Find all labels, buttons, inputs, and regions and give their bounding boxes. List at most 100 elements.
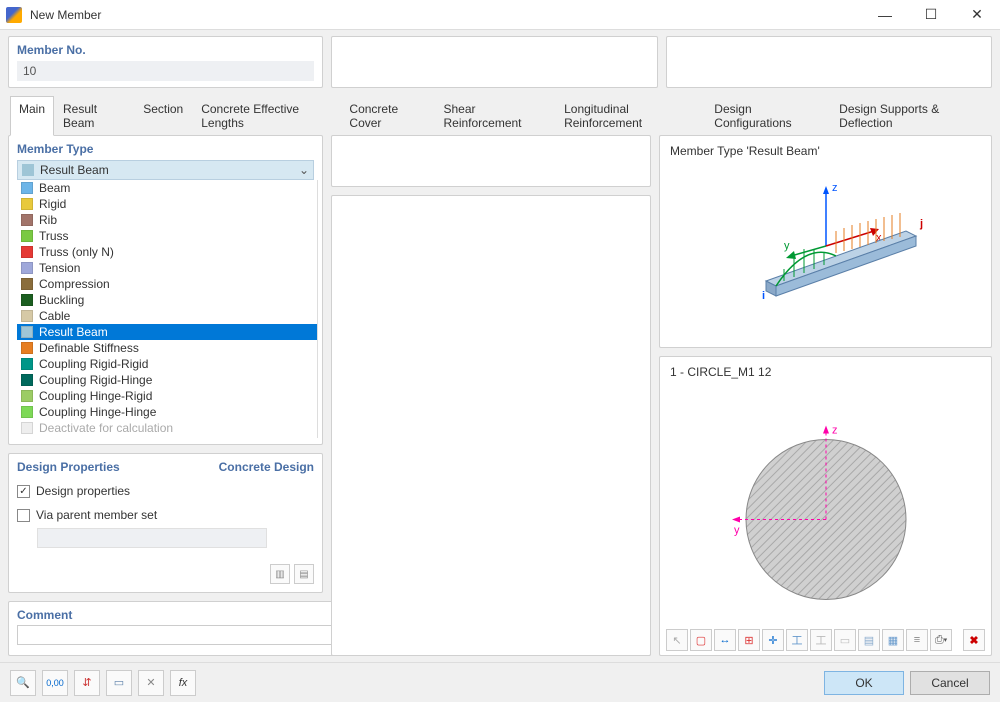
list-item[interactable]: Coupling Hinge-Rigid — [17, 388, 317, 404]
list-item[interactable]: Rib — [17, 212, 317, 228]
tab-design-supports-deflection[interactable]: Design Supports & Deflection — [830, 96, 990, 136]
list-item-label: Coupling Rigid-Rigid — [39, 357, 148, 371]
fx-icon[interactable]: fx — [170, 670, 196, 696]
section-circle-preview: z y — [726, 419, 926, 619]
tab-longitudinal-reinforcement[interactable]: Longitudinal Reinforcement — [555, 96, 705, 136]
swatch-icon — [21, 214, 33, 226]
list-item-label: Rib — [39, 213, 57, 227]
member-no-label: Member No. — [17, 43, 314, 57]
cancel-button[interactable]: Cancel — [910, 671, 990, 695]
close-button[interactable]: ✕ — [954, 0, 1000, 30]
tab-section[interactable]: Section — [134, 96, 192, 136]
maximize-button[interactable]: ☐ — [908, 0, 954, 30]
tab-main[interactable]: Main — [10, 96, 54, 136]
swatch-icon — [21, 406, 33, 418]
swatch-icon — [21, 326, 33, 338]
delete-icon[interactable]: ✕ — [138, 670, 164, 696]
preview-icon[interactable]: ▭ — [106, 670, 132, 696]
reset-icon[interactable]: ✖ — [963, 629, 985, 651]
ok-button[interactable]: OK — [824, 671, 904, 695]
axis-xyz-icon[interactable]: ✛ — [762, 629, 784, 651]
list-item[interactable]: Cable — [17, 308, 317, 324]
app-icon — [6, 7, 22, 23]
section-title: 1 - CIRCLE_M1 12 — [668, 363, 983, 381]
list-item[interactable]: Definable Stiffness — [17, 340, 317, 356]
frame-icon[interactable]: ▢ — [690, 629, 712, 651]
member-type-label: Member Type — [13, 142, 318, 156]
via-parent-checkbox[interactable] — [17, 509, 30, 522]
tab-concrete-eff-lengths[interactable]: Concrete Effective Lengths — [192, 96, 340, 136]
chevron-down-icon: ⌄ — [299, 163, 309, 177]
via-parent-check-label: Via parent member set — [36, 508, 157, 522]
member-no-field[interactable] — [17, 61, 314, 81]
units-icon[interactable]: ⇵ — [74, 670, 100, 696]
hatch-icon[interactable]: ▤ — [858, 629, 880, 651]
swatch-icon — [21, 358, 33, 370]
list-item[interactable]: Coupling Hinge-Hinge — [17, 404, 317, 420]
swatch-icon — [21, 310, 33, 322]
hint-icon[interactable]: 🔍 — [10, 670, 36, 696]
swatch-icon — [21, 230, 33, 242]
edit-set-icon[interactable]: ▤ — [294, 564, 314, 584]
grid-ref-icon[interactable]: ⊞ — [738, 629, 760, 651]
design-properties-panel: Design Properties Concrete Design ✓ Desi… — [8, 453, 323, 593]
swatch-icon — [21, 390, 33, 402]
list-item[interactable]: Tension — [17, 260, 317, 276]
list-item[interactable]: Truss (only N) — [17, 244, 317, 260]
mid-panel-2 — [331, 195, 651, 656]
swatch-icon — [21, 246, 33, 258]
list-item-label: Rigid — [39, 197, 66, 211]
list-item-label: Definable Stiffness — [39, 341, 139, 355]
list-item: Deactivate for calculation — [17, 420, 317, 436]
swatch-icon — [21, 182, 33, 194]
member-type-dropdown[interactable]: Result Beam ⌄ — [17, 160, 314, 180]
design-properties-checkbox[interactable]: ✓ — [17, 485, 30, 498]
section-I-icon[interactable]: 工 — [786, 629, 808, 651]
section-T-icon[interactable]: 工 — [810, 629, 832, 651]
tab-shear-reinforcement[interactable]: Shear Reinforcement — [434, 96, 555, 136]
member-type-listbox[interactable]: BeamRigidRibTrussTruss (only N)TensionCo… — [17, 180, 318, 438]
member-type-panel: Member Type Result Beam ⌄ BeamRigidRibTr… — [8, 135, 323, 445]
tab-concrete-cover[interactable]: Concrete Cover — [340, 96, 434, 136]
list-item[interactable]: Buckling — [17, 292, 317, 308]
swatch-icon — [22, 164, 34, 176]
list-item[interactable]: Rigid — [17, 196, 317, 212]
minimize-button[interactable]: ― — [862, 0, 908, 30]
window-title: New Member — [30, 8, 862, 22]
list-item-label: Coupling Hinge-Rigid — [39, 389, 152, 403]
swatch-icon — [21, 294, 33, 306]
list-item[interactable]: Truss — [17, 228, 317, 244]
svg-text:z: z — [832, 182, 838, 194]
new-set-icon[interactable]: ▥ — [270, 564, 290, 584]
select-icon[interactable]: ↖ — [666, 629, 688, 651]
swatch-icon — [21, 374, 33, 386]
tab-design-configurations[interactable]: Design Configurations — [705, 96, 830, 136]
grid-icon[interactable]: ▦ — [882, 629, 904, 651]
list-item[interactable]: Coupling Rigid-Hinge — [17, 372, 317, 388]
section-wide-icon[interactable]: ▭ — [834, 629, 856, 651]
title-bar: New Member ― ☐ ✕ — [0, 0, 1000, 30]
list-item[interactable]: Compression — [17, 276, 317, 292]
dimension-icon[interactable]: ↔ — [714, 629, 736, 651]
zero-icon[interactable]: 0,00 — [42, 670, 68, 696]
svg-text:i: i — [762, 290, 765, 302]
list-item-label: Beam — [39, 181, 70, 195]
list-item-label: Tension — [39, 261, 80, 275]
list-item-label: Coupling Hinge-Hinge — [39, 405, 156, 419]
mid-panel-1 — [331, 135, 651, 187]
top-empty-1 — [331, 36, 658, 88]
tab-strip: Main Result Beam Section Concrete Effect… — [8, 92, 992, 136]
list-item[interactable]: Beam — [17, 180, 317, 196]
swatch-icon — [21, 198, 33, 210]
list-icon[interactable]: ≡ — [906, 629, 928, 651]
dialog-footer: 🔍 0,00 ⇵ ▭ ✕ fx OK Cancel — [0, 662, 1000, 702]
list-item[interactable]: Result Beam — [17, 324, 317, 340]
list-item[interactable]: Coupling Rigid-Rigid — [17, 356, 317, 372]
preview-toolbar: ↖ ▢ ↔ ⊞ ✛ 工 工 ▭ ▤ ▦ ≡ ⎙▾ ✖ — [666, 629, 985, 651]
svg-text:j: j — [919, 218, 923, 230]
tab-result-beam[interactable]: Result Beam — [54, 96, 134, 136]
svg-text:y: y — [734, 524, 740, 536]
print-icon[interactable]: ⎙▾ — [930, 629, 952, 651]
swatch-icon — [21, 422, 33, 434]
parent-member-set-field[interactable] — [37, 528, 267, 548]
